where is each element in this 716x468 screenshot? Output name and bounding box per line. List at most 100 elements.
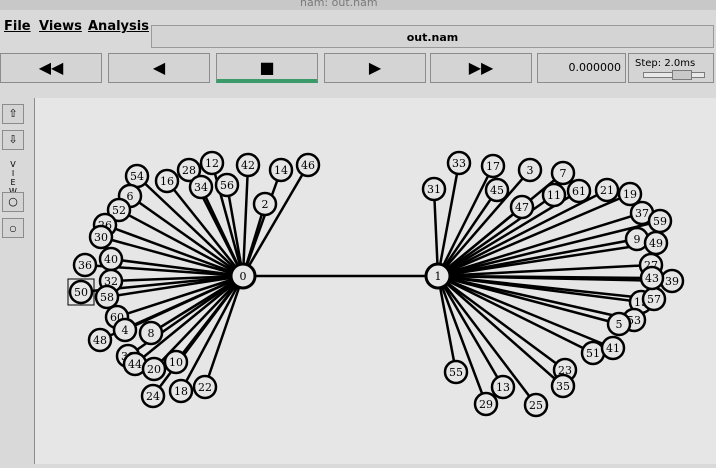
node-20[interactable]: 20	[141, 356, 167, 382]
node-label: 41	[606, 342, 620, 355]
node-18[interactable]: 18	[168, 378, 194, 404]
node-label: 33	[452, 157, 466, 170]
node-58[interactable]: 58	[94, 284, 120, 310]
time-display: 0.000000	[537, 53, 626, 83]
node-17[interactable]: 17	[480, 153, 506, 179]
node-12[interactable]: 12	[199, 150, 225, 176]
node-4[interactable]: 4	[112, 317, 138, 343]
node-43[interactable]: 43	[639, 265, 665, 291]
node-29[interactable]: 29	[473, 391, 499, 417]
node-label: 44	[128, 358, 142, 371]
fast-forward-button[interactable]: ▶▶	[430, 53, 532, 83]
node-size-large-button[interactable]: ○	[2, 192, 24, 212]
node-label: 29	[479, 398, 493, 411]
slider-thumb[interactable]	[672, 70, 692, 80]
file-name-display: out.nam	[151, 25, 714, 48]
node-label: 17	[486, 160, 500, 173]
node-label: 56	[220, 179, 234, 192]
node-46[interactable]: 46	[295, 152, 321, 178]
node-label: 61	[572, 185, 586, 198]
node-51[interactable]: 51	[580, 340, 606, 366]
node-50[interactable]: 50	[67, 278, 95, 306]
node-42[interactable]: 42	[235, 152, 261, 178]
link-0-52	[118, 208, 244, 278]
node-label: 49	[649, 237, 663, 250]
node-45[interactable]: 45	[484, 177, 510, 203]
node-22[interactable]: 22	[192, 374, 218, 400]
node-57[interactable]: 57	[641, 286, 667, 312]
node-label: 14	[274, 164, 288, 177]
node-label: 25	[529, 399, 543, 412]
right-arrow-icon: ▶	[368, 58, 382, 77]
node-35[interactable]: 35	[550, 373, 576, 399]
node-55[interactable]: 55	[443, 359, 469, 385]
node-31[interactable]: 31	[421, 176, 447, 202]
node-7[interactable]: 7	[550, 160, 576, 186]
node-label: 54	[130, 170, 144, 183]
menu-views[interactable]: Views	[39, 19, 82, 34]
node-label: 45	[490, 184, 504, 197]
node-25[interactable]: 25	[523, 392, 549, 418]
node-16[interactable]: 16	[154, 168, 180, 194]
node-label: 20	[147, 363, 161, 376]
node-54[interactable]: 54	[124, 163, 150, 189]
node-24[interactable]: 24	[140, 383, 166, 409]
step-slider[interactable]	[643, 70, 705, 80]
menu-analysis[interactable]: Analysis	[88, 19, 149, 34]
node-3[interactable]: 3	[517, 157, 543, 183]
node-label: 58	[100, 291, 114, 304]
node-size-small-button[interactable]: ○	[2, 218, 24, 238]
node-33[interactable]: 33	[446, 150, 472, 176]
step-back-button[interactable]: ◀	[108, 53, 210, 83]
view-sidebar: ⇧ ⇩ VIEW ○ ○	[0, 98, 26, 464]
node-label: 5	[616, 318, 623, 331]
node-0[interactable]: 0	[229, 262, 257, 290]
zoom-in-button[interactable]: ⇧	[2, 104, 24, 124]
menu-file[interactable]: File	[4, 19, 31, 34]
left-arrow-icon: ◀	[152, 58, 166, 77]
double-left-arrow-icon: ◀◀	[38, 58, 64, 77]
node-label: 0	[240, 270, 247, 283]
node-61[interactable]: 61	[566, 178, 592, 204]
play-button[interactable]: ▶	[324, 53, 426, 83]
node-label: 31	[427, 183, 441, 196]
zoom-out-icon: ⇩	[8, 133, 18, 146]
node-39[interactable]: 39	[659, 268, 685, 294]
node-49[interactable]: 49	[643, 230, 669, 256]
stop-button[interactable]: ■	[216, 53, 318, 83]
node-label: 21	[600, 184, 614, 197]
node-label: 55	[449, 366, 463, 379]
node-34[interactable]: 34	[188, 174, 214, 200]
node-label: 30	[94, 231, 108, 244]
node-36[interactable]: 36	[72, 252, 98, 278]
node-21[interactable]: 21	[594, 177, 620, 203]
node-10[interactable]: 10	[163, 349, 189, 375]
rewind-button[interactable]: ◀◀	[0, 53, 102, 83]
node-2[interactable]: 2	[252, 191, 278, 217]
network-canvas[interactable]: 5416283412564221446652263036403250586048…	[34, 98, 716, 464]
node-label: 47	[515, 201, 529, 214]
node-59[interactable]: 59	[647, 208, 673, 234]
zoom-out-button[interactable]: ⇩	[2, 130, 24, 150]
node-11[interactable]: 11	[541, 182, 567, 208]
node-label: 40	[104, 253, 118, 266]
node-8[interactable]: 8	[138, 320, 164, 346]
topology-graph[interactable]: 5416283412564221446652263036403250586048…	[35, 98, 716, 464]
node-13[interactable]: 13	[490, 374, 516, 400]
node-1[interactable]: 1	[424, 262, 452, 290]
node-56[interactable]: 56	[214, 172, 240, 198]
node-label: 39	[665, 275, 679, 288]
node-30[interactable]: 30	[88, 224, 114, 250]
node-label: 36	[78, 259, 92, 272]
node-48[interactable]: 48	[87, 327, 113, 353]
node-label: 1	[435, 270, 442, 283]
node-14[interactable]: 14	[268, 157, 294, 183]
node-label: 22	[198, 381, 212, 394]
zoom-in-icon: ⇧	[8, 107, 18, 120]
node-40[interactable]: 40	[98, 246, 124, 272]
link-1-11	[437, 193, 555, 278]
node-47[interactable]: 47	[509, 194, 535, 220]
node-41[interactable]: 41	[600, 335, 626, 361]
view-label: VIEW	[9, 160, 17, 196]
node-5[interactable]: 5	[606, 311, 632, 337]
